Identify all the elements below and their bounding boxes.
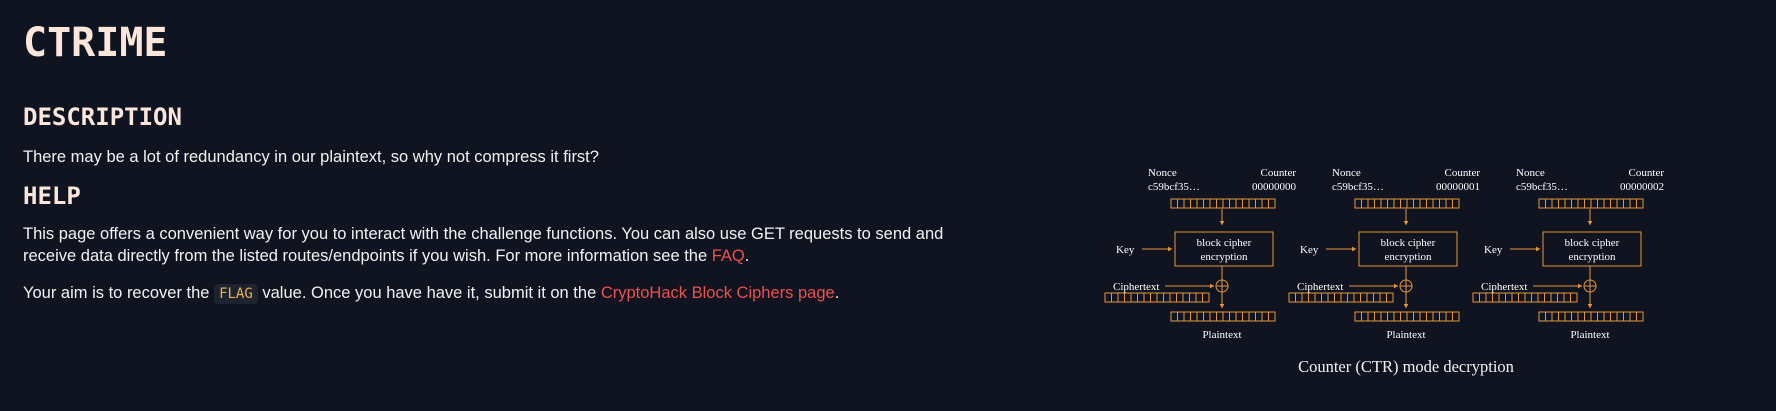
nonce-value: c59bcf35…	[1516, 181, 1568, 193]
nonce-label: Nonce	[1332, 167, 1361, 179]
faq-link[interactable]: FAQ	[712, 247, 745, 265]
ciphertext-arrow-head	[1578, 283, 1582, 289]
nonce-label: Nonce	[1148, 167, 1177, 179]
key-label: Key	[1300, 244, 1319, 256]
block-cipher-label: block cipher	[1197, 237, 1252, 249]
help-line-2: receive data directly from the listed ro…	[23, 247, 712, 265]
nonce-value: c59bcf35…	[1148, 181, 1200, 193]
block-cipher-label: block cipher	[1565, 237, 1620, 249]
counter-label: Counter	[1261, 167, 1297, 179]
aim-text-end: .	[834, 284, 840, 302]
plaintext-label: Plaintext	[1202, 329, 1241, 341]
help-line-1: This page offers a convenient way for yo…	[23, 225, 944, 243]
page-title: CTRIME	[23, 20, 168, 66]
plaintext-label: Plaintext	[1386, 329, 1425, 341]
ciphertext-label: Ciphertext	[1481, 281, 1527, 293]
xor-to-plaintext-arrow-head	[1219, 304, 1225, 308]
description-heading: DESCRIPTION	[23, 103, 182, 131]
aim-text: Your aim is to recover the FLAG value. O…	[23, 282, 953, 305]
ciphertext-label: Ciphertext	[1297, 281, 1343, 293]
block-ciphers-page-link[interactable]: CryptoHack Block Ciphers page	[601, 284, 835, 302]
flag-code: FLAG	[214, 284, 258, 304]
xor-to-plaintext-arrow-head	[1587, 304, 1593, 308]
nonce-value: c59bcf35…	[1332, 181, 1384, 193]
counter-to-cipher-arrow-head	[1403, 221, 1409, 225]
counter-label: Counter	[1445, 167, 1481, 179]
key-label: Key	[1116, 244, 1135, 256]
counter-value: 00000000	[1252, 181, 1297, 193]
ctr-mode-diagram: Nonce Counter c59bcf35… 00000000 block ciphe…	[1098, 158, 1678, 378]
encryption-label: encryption	[1568, 251, 1616, 263]
encryption-label: encryption	[1384, 251, 1432, 263]
block-cipher-label: block cipher	[1381, 237, 1436, 249]
ciphertext-arrow-head	[1210, 283, 1214, 289]
xor-to-plaintext-arrow-head	[1403, 304, 1409, 308]
help-heading: HELP	[23, 182, 81, 210]
counter-to-cipher-arrow-head	[1587, 221, 1593, 225]
aim-text-start: Your aim is to recover the	[23, 284, 215, 302]
counter-to-cipher-arrow-head	[1219, 221, 1225, 225]
key-arrow-head	[1168, 246, 1172, 252]
diagram-caption: Counter (CTR) mode decryption	[1298, 357, 1514, 376]
ctr-diagram-svg: Nonce Counter c59bcf35… 00000000 block ciphe…	[1104, 167, 1665, 341]
key-arrow-head	[1352, 246, 1356, 252]
key-arrow-head	[1536, 246, 1540, 252]
key-label: Key	[1484, 244, 1503, 256]
help-text: This page offers a convenient way for yo…	[23, 223, 953, 267]
counter-value: 00000001	[1436, 181, 1480, 193]
encryption-label: encryption	[1200, 251, 1248, 263]
counter-value: 00000002	[1620, 181, 1664, 193]
description-text: There may be a lot of redundancy in our …	[23, 148, 599, 166]
aim-text-middle: value. Once you have have it, submit it …	[257, 284, 601, 302]
plaintext-label: Plaintext	[1570, 329, 1609, 341]
ciphertext-label: Ciphertext	[1113, 281, 1159, 293]
counter-label: Counter	[1629, 167, 1665, 179]
help-line-2-end: .	[744, 247, 750, 265]
nonce-label: Nonce	[1516, 167, 1545, 179]
ciphertext-arrow-head	[1394, 283, 1398, 289]
